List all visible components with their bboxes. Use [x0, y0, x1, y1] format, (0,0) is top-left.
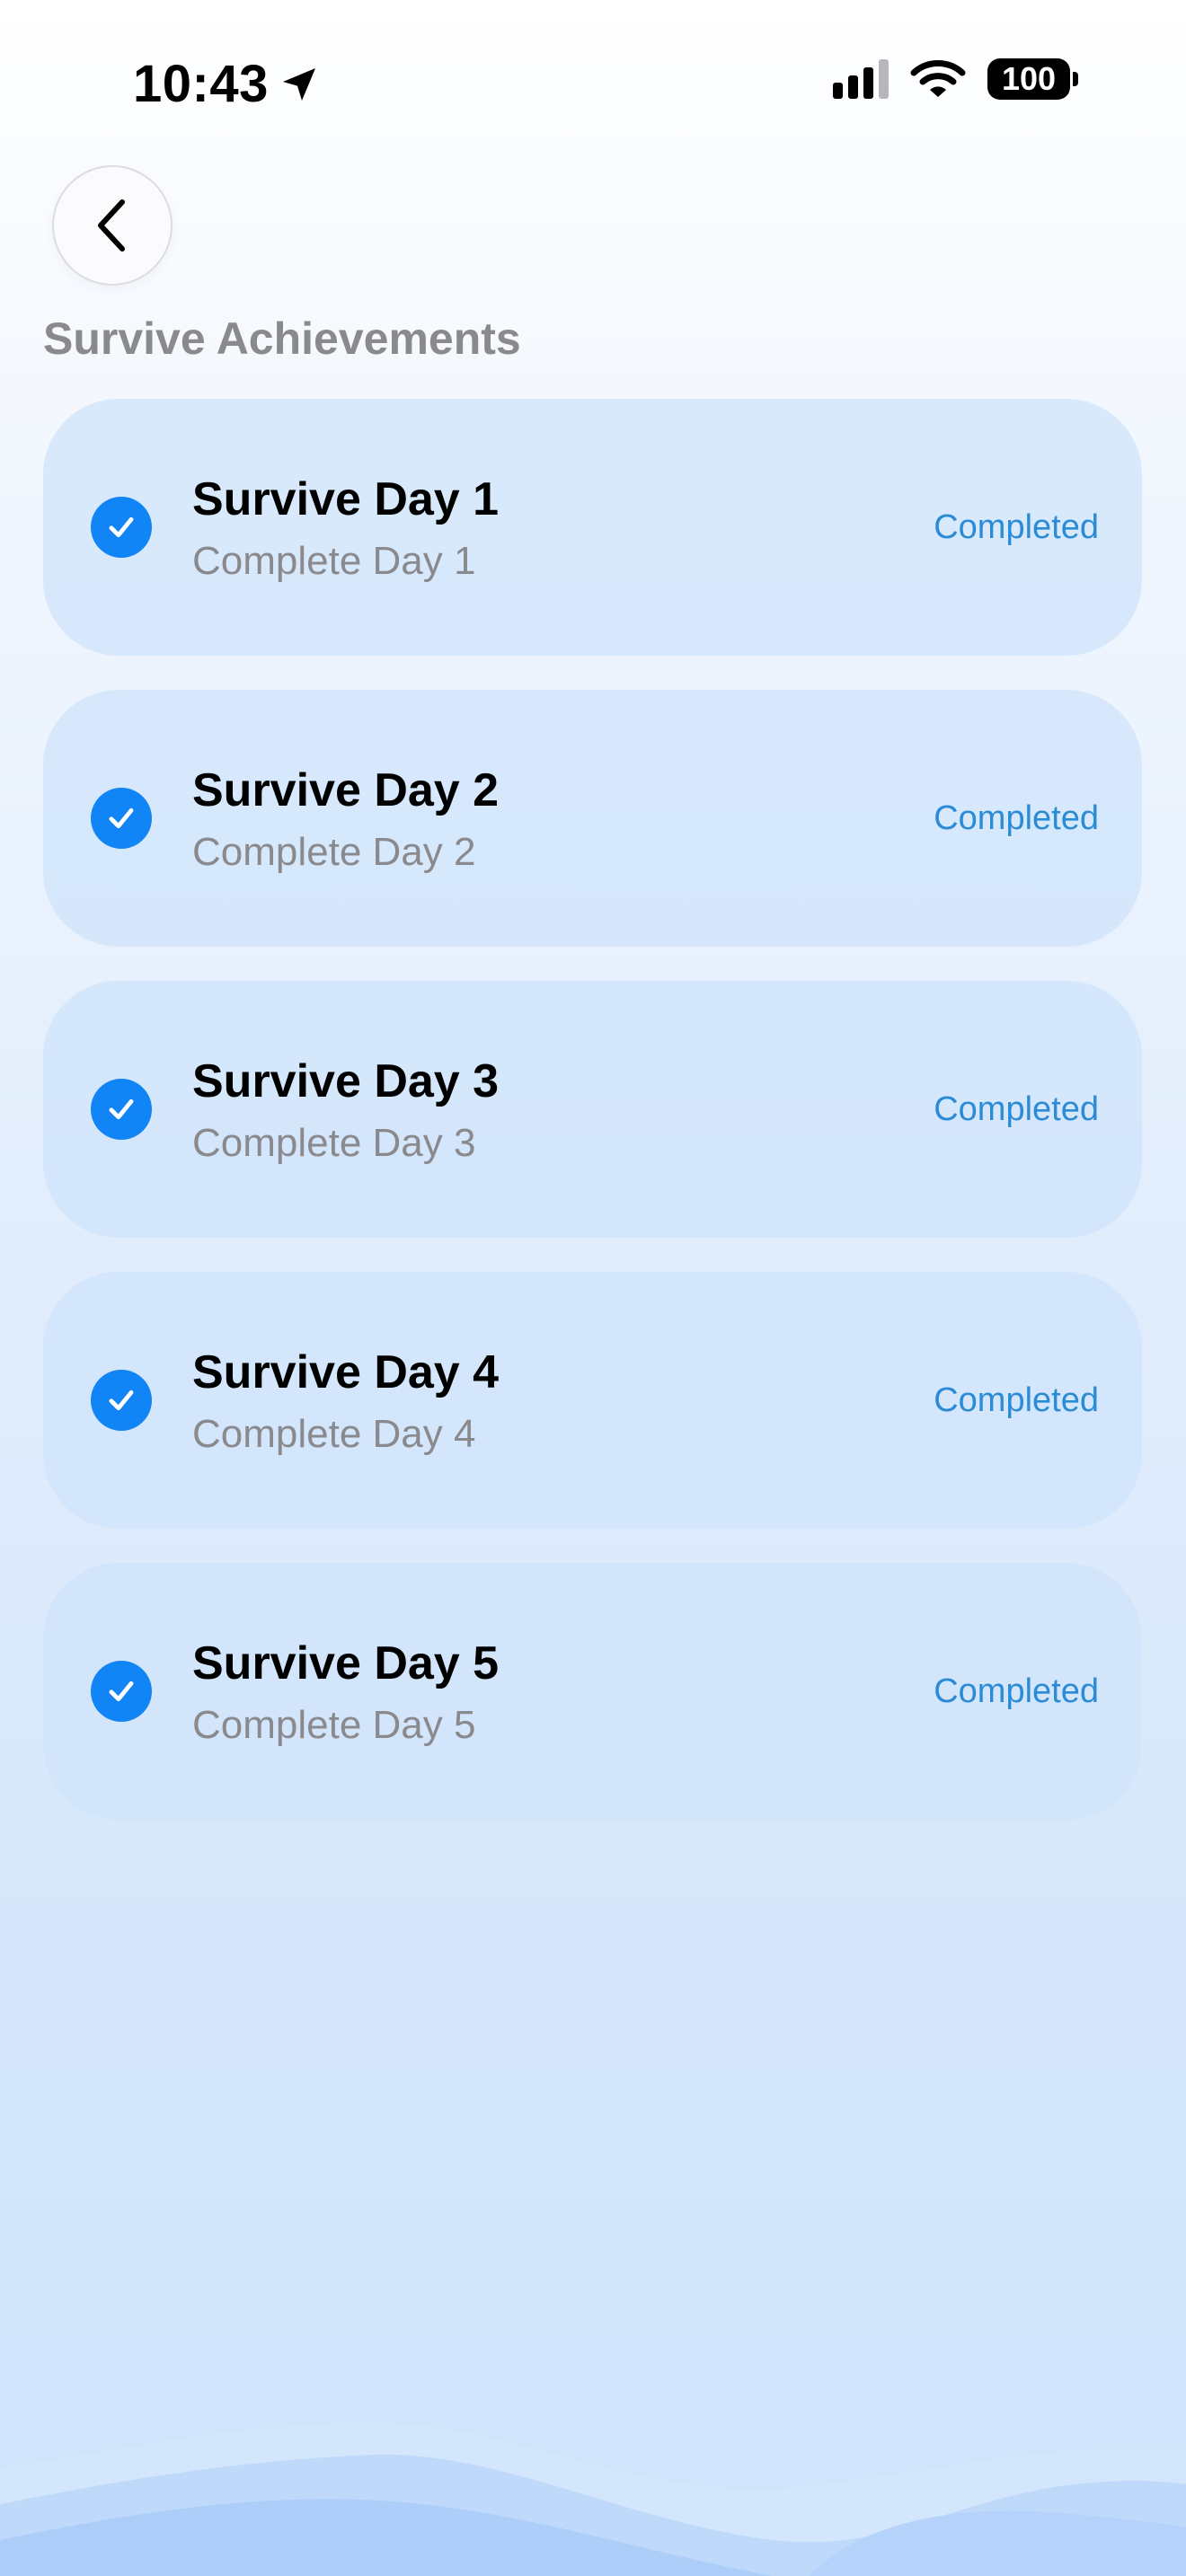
- chevron-left-icon: [98, 199, 125, 251]
- achievement-status: Completed: [934, 508, 1099, 546]
- status-bar: 10:43 100: [0, 0, 1186, 171]
- wifi-icon: [910, 57, 966, 101]
- achievement-title: Survive Day 2: [192, 764, 500, 816]
- achievement-subtitle: Complete Day 1: [192, 539, 476, 583]
- status-time-text: 10:43: [133, 55, 269, 113]
- back-button[interactable]: [52, 165, 173, 286]
- battery-level: 100: [987, 58, 1070, 100]
- decorative-waves: [0, 2422, 1186, 2576]
- checkmark-icon: [91, 1370, 152, 1431]
- status-time: 10:43: [133, 54, 321, 114]
- page-title: Survive Achievements: [43, 313, 521, 364]
- achievement-card[interactable]: Survive Day 3 Complete Day 3 Completed: [43, 981, 1142, 1238]
- checkmark-icon: [91, 1661, 152, 1722]
- achievement-status: Completed: [934, 1381, 1099, 1419]
- achievement-card[interactable]: Survive Day 5 Complete Day 5 Completed: [43, 1563, 1142, 1820]
- achievement-title: Survive Day 1: [192, 473, 500, 525]
- cellular-signal-icon: [833, 59, 889, 99]
- achievement-card[interactable]: Survive Day 2 Complete Day 2 Completed: [43, 690, 1142, 947]
- location-arrow-icon: [282, 67, 315, 101]
- achievement-status: Completed: [934, 1090, 1099, 1128]
- achievement-subtitle: Complete Day 5: [192, 1703, 476, 1747]
- achievement-subtitle: Complete Day 2: [192, 830, 476, 874]
- achievement-status: Completed: [934, 799, 1099, 837]
- achievement-status: Completed: [934, 1672, 1099, 1710]
- achievement-subtitle: Complete Day 3: [192, 1121, 476, 1165]
- achievement-card[interactable]: Survive Day 4 Complete Day 4 Completed: [43, 1272, 1142, 1529]
- achievement-card[interactable]: Survive Day 1 Complete Day 1 Completed: [43, 399, 1142, 656]
- checkmark-icon: [91, 1079, 152, 1140]
- achievement-title: Survive Day 5: [192, 1637, 500, 1689]
- checkmark-icon: [91, 497, 152, 558]
- achievement-title: Survive Day 4: [192, 1346, 500, 1398]
- achievement-list: Survive Day 1 Complete Day 1 Completed S…: [43, 399, 1142, 1854]
- battery-icon: 100: [987, 58, 1078, 100]
- checkmark-icon: [91, 788, 152, 849]
- achievement-subtitle: Complete Day 4: [192, 1412, 476, 1456]
- achievement-title: Survive Day 3: [192, 1055, 500, 1107]
